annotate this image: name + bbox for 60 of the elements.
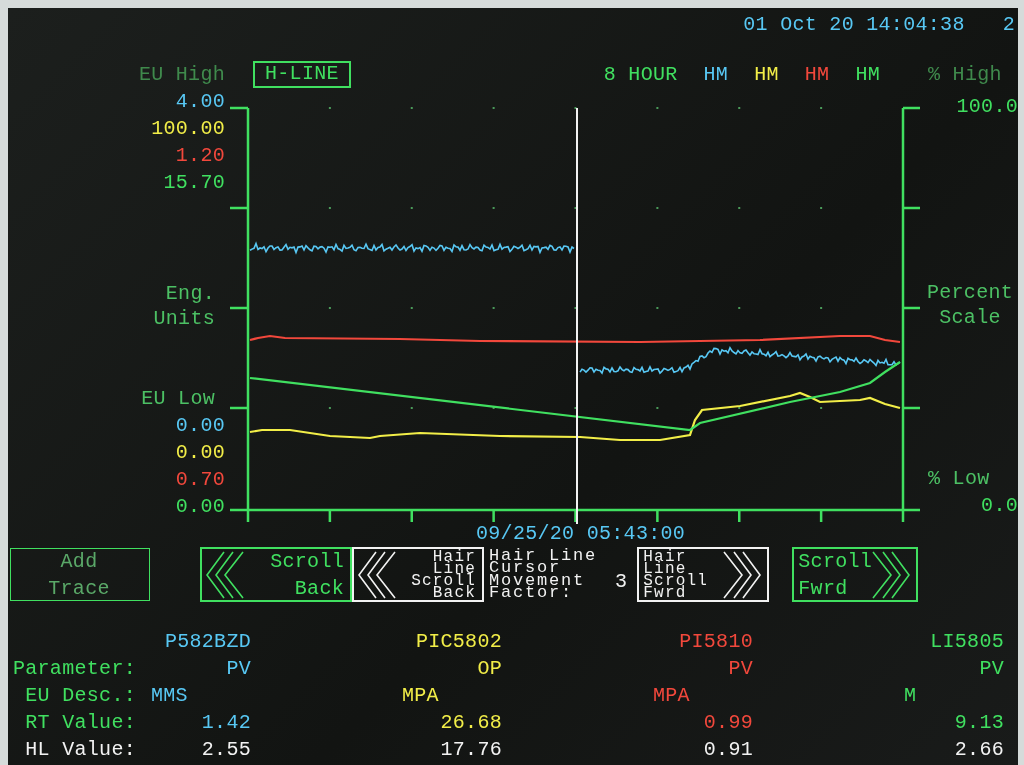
percent-high-label: % High (928, 62, 1002, 86)
realtime-value: 0.99 (703, 710, 753, 736)
trace-mode-label: HM (804, 61, 830, 88)
unit-label: M (904, 683, 918, 709)
eu-low-value: 0.00 (175, 413, 225, 439)
realtime-value: 26.68 (440, 710, 502, 736)
double-chevron-right-icon (872, 550, 911, 599)
row-label: HL Value: (25, 737, 136, 763)
unit-label: MPA (402, 683, 440, 709)
eu-high-value: 4.00 (175, 89, 225, 115)
realtime-value: 1.42 (201, 710, 251, 736)
tag-name: LI5805 (930, 629, 1004, 655)
eu-low-value: 0.00 (175, 440, 225, 466)
percent-low-label: % Low (927, 466, 991, 492)
tag-name: PIC5802 (415, 629, 502, 655)
scroll-back-button[interactable]: Scroll Back (200, 547, 352, 602)
double-chevron-left-icon (358, 550, 396, 599)
trace-mode-label: HM (703, 61, 729, 88)
double-chevron-left-icon (206, 550, 244, 599)
factor-value: 3 (615, 570, 628, 593)
unit-label: MMS (151, 683, 189, 709)
hairline-value: 0.91 (703, 737, 753, 763)
eu-low-label: EU Low (141, 386, 215, 412)
unit-label: MPA (653, 683, 691, 709)
double-chevron-right-icon (723, 550, 762, 599)
hairline-value: 2.66 (954, 737, 1004, 763)
row-label: EU Desc.: (25, 683, 136, 709)
page-number: 2 (1002, 15, 1015, 35)
hairline-value: 17.76 (440, 737, 502, 763)
axis-title: Percent Scale (926, 280, 1014, 330)
parameter-value: PV (979, 656, 1004, 682)
parameter-value: PV (226, 656, 251, 682)
trace-mode-label: HM (754, 61, 779, 88)
row-label: RT Value: (25, 710, 136, 736)
hairline-forward-button[interactable]: Hair Line Scroll Fwrd (637, 547, 770, 602)
parameter-value: PV (728, 656, 753, 682)
parameter-value: OP (477, 656, 502, 682)
eu-high-value: 15.70 (163, 170, 225, 196)
tag-name: PI5810 (679, 629, 753, 655)
eu-low-value: 0.00 (175, 494, 225, 520)
date-time-display: 01 Oct 20 14:04:38 (743, 15, 965, 35)
trace-mode-label: HM (855, 61, 880, 88)
h-line-button[interactable]: H-LINE (253, 60, 351, 88)
factor-label: Hair Line Cursor Movement Factor: (489, 549, 598, 600)
hairline-back-button[interactable]: Hair Line Scroll Back (352, 547, 484, 602)
tag-name: P582BZD (164, 629, 251, 655)
axis-title: Eng. Units (153, 281, 215, 331)
eu-high-value: 100.00 (151, 116, 225, 142)
realtime-value: 9.13 (954, 710, 1004, 736)
eu-high-value: 1.20 (175, 143, 225, 169)
percent-low-value: 0.0 (981, 493, 1018, 519)
add-trace-button[interactable]: Add Trace (10, 548, 150, 601)
scroll-forward-button[interactable]: Scroll Fwrd (792, 547, 919, 602)
cursor-time: 09/25/20 05:43:00 (476, 522, 686, 545)
eu-high-label: EU High (138, 62, 225, 86)
time-span-label: 8 HOUR (603, 61, 678, 88)
row-label: Parameter: (12, 656, 136, 682)
eu-low-value: 0.70 (175, 467, 225, 493)
percent-high-value: 100.0 (956, 94, 1018, 120)
hairline-value: 2.55 (201, 737, 251, 763)
